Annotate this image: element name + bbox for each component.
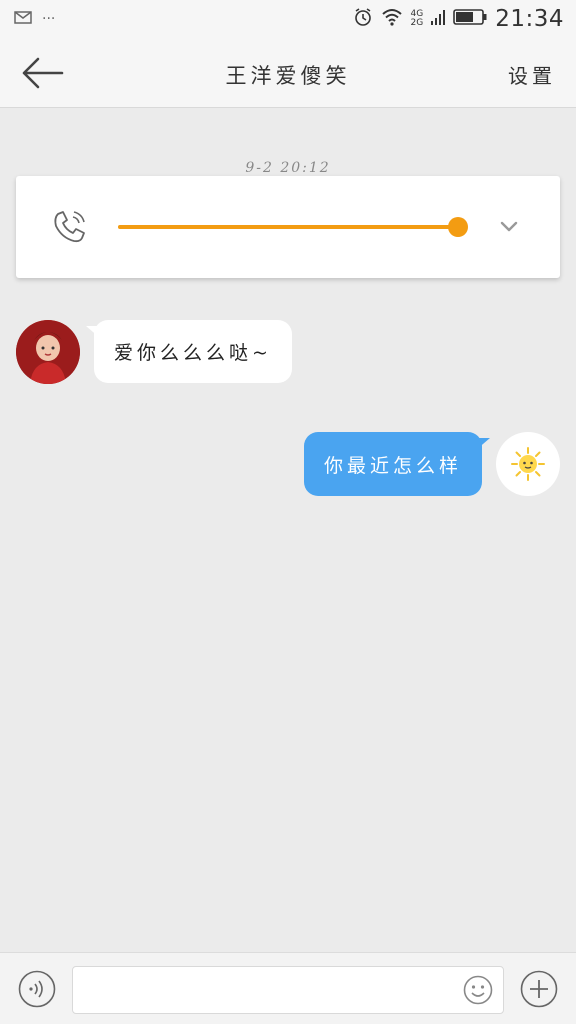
battery-icon — [453, 9, 487, 29]
emoji-button[interactable] — [463, 975, 493, 1005]
status-right: 4G 2G 21:34 — [353, 6, 565, 32]
sun-avatar-icon — [511, 447, 545, 481]
my-avatar[interactable] — [496, 432, 560, 496]
voice-input-icon — [18, 970, 56, 1008]
settings-button[interactable]: 设置 — [508, 60, 556, 89]
incoming-message-text: 爱你么么么哒~ — [114, 342, 272, 364]
chat-header: 王洋爱傻笑 设置 — [0, 38, 576, 108]
wifi-icon — [381, 8, 403, 30]
smiley-icon — [463, 975, 493, 1005]
more-notifications: ··· — [42, 11, 56, 27]
phone-icon — [50, 208, 88, 246]
signal-icon — [431, 9, 446, 29]
chat-title: 王洋爱傻笑 — [225, 64, 351, 88]
voice-input-button[interactable] — [18, 970, 56, 1008]
plus-icon — [520, 970, 558, 1008]
more-actions-button[interactable] — [520, 970, 558, 1008]
expand-button[interactable] — [496, 216, 522, 238]
status-bar: ··· 4G 2G 21:34 — [0, 0, 576, 38]
contact-avatar[interactable] — [16, 320, 80, 384]
alarm-icon — [353, 7, 373, 31]
outgoing-message-bubble[interactable]: 你最近怎么样 — [303, 432, 491, 496]
voice-message-card[interactable] — [16, 176, 560, 278]
incoming-message-bubble[interactable]: 爱你么么么哒~ — [86, 320, 292, 383]
message-input-bar — [0, 952, 576, 1024]
voice-progress-knob[interactable] — [448, 217, 468, 237]
outgoing-message-text: 你最近怎么样 — [323, 454, 462, 477]
network-type: 4G 2G — [411, 10, 424, 28]
network-2g-label: 2G — [410, 18, 424, 28]
voice-progress-track[interactable] — [118, 217, 468, 237]
clock: 21:34 — [495, 6, 564, 32]
mail-notification-icon — [14, 9, 32, 29]
voice-progress-fill — [118, 225, 458, 229]
message-timestamp: 9-2 20:12 — [245, 160, 331, 176]
chevron-down-icon — [500, 221, 518, 232]
message-input[interactable] — [72, 966, 504, 1014]
status-left: ··· — [14, 9, 55, 29]
